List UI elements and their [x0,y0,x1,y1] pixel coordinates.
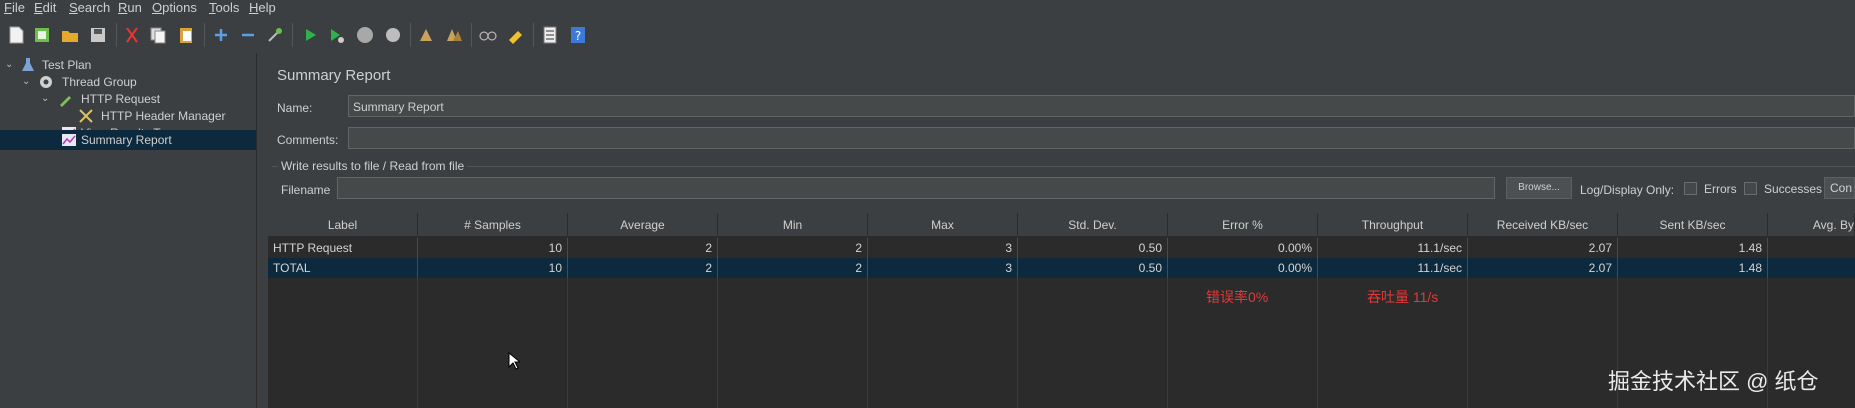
function-helper-icon[interactable] [540,25,560,45]
col-header-avg-bytes[interactable]: Avg. By [1768,213,1855,237]
toolbar: ? [0,17,1855,54]
reset-search-icon[interactable] [506,25,526,45]
page-title: Summary Report [277,67,391,84]
paste-icon[interactable] [176,25,196,45]
tree-item-summary-report-content[interactable]: Summary Report [0,130,256,150]
menu-help[interactable]: Help [249,0,276,16]
shutdown-icon[interactable] [383,25,403,45]
errors-checkbox[interactable] [1684,182,1697,195]
test-plan-tree: ⌄ Test Plan ⌄ Thread Group ⌄ HTTP Reques… [0,53,257,408]
flask-icon [20,57,36,73]
file-group-border [272,166,1855,167]
save-icon[interactable] [88,25,108,45]
browse-button[interactable]: Browse... [1506,177,1572,199]
menu-edit[interactable]: Edit [34,0,56,16]
configure-button[interactable]: Con [1824,177,1855,199]
expand-icon[interactable] [211,25,231,45]
search-icon[interactable] [478,25,498,45]
col-header-label[interactable]: Label [268,213,418,237]
table-row[interactable]: HTTP Request 10 2 2 3 0.50 0.00% 11.1/se… [268,238,1855,258]
col-header-average[interactable]: Average [568,213,718,237]
mouse-cursor-icon [508,351,522,370]
filename-label: Filename [281,183,331,197]
new-icon[interactable] [6,25,26,45]
clear-icon[interactable] [416,25,436,45]
stop-icon[interactable] [355,25,375,45]
toggle-icon[interactable] [265,25,285,45]
file-group-label: Write results to file / Read from file [278,159,468,173]
menu-tools[interactable]: Tools [209,0,239,16]
col-header-sent[interactable]: Sent KB/sec [1618,213,1768,237]
pipette-icon [58,91,74,107]
gear-icon [38,74,54,90]
successes-checkbox[interactable] [1744,182,1757,195]
clear-all-icon[interactable] [444,25,464,45]
name-field[interactable]: Summary Report [348,95,1855,117]
help-icon[interactable]: ? [568,25,588,45]
collapse-icon[interactable] [238,25,258,45]
graph-icon [61,132,77,148]
throughput-annotation: 吞吐量 11/s [1367,289,1439,305]
table-row-total[interactable]: TOTAL 10 2 2 3 0.50 0.00% 11.1/sec 2.07 … [268,258,1855,278]
filename-field[interactable] [337,177,1495,199]
successes-label: Successes [1764,182,1823,196]
menu-file[interactable]: File [4,0,25,16]
col-header-samples[interactable]: # Samples [418,213,568,237]
comments-label: Comments: [277,133,339,147]
col-header-received[interactable]: Received KB/sec [1468,213,1618,237]
menu-options[interactable]: Options [152,0,197,16]
comments-field[interactable] [348,127,1855,149]
col-header-min[interactable]: Min [718,213,868,237]
start-icon[interactable] [300,25,320,45]
menu-run[interactable]: Run [118,0,142,16]
menu-search[interactable]: Search [69,0,110,16]
col-header-std-dev[interactable]: Std. Dev. [1018,213,1168,237]
name-label: Name: [277,101,313,115]
svg-text:?: ? [575,29,581,43]
errors-label: Errors [1704,182,1737,196]
watermark: 掘金技术社区 @ 纸仓 [1608,369,1819,394]
col-header-max[interactable]: Max [868,213,1018,237]
tools-icon [78,108,94,124]
open-icon[interactable] [60,25,80,45]
error-rate-annotation: 错误率0% [1206,289,1269,305]
templates-icon[interactable] [32,25,52,45]
menu-bar: File Edit Search Run Options Tools Help [0,0,1855,16]
col-header-error[interactable]: Error % [1168,213,1318,237]
col-header-throughput[interactable]: Throughput [1318,213,1468,237]
log-display-label: Log/Display Only: [1580,183,1675,197]
cut-icon[interactable] [122,25,142,45]
summary-table: Label # Samples Average Min Max Std. Dev… [268,213,1855,408]
start-no-pause-icon[interactable] [326,25,346,45]
copy-icon[interactable] [148,25,168,45]
